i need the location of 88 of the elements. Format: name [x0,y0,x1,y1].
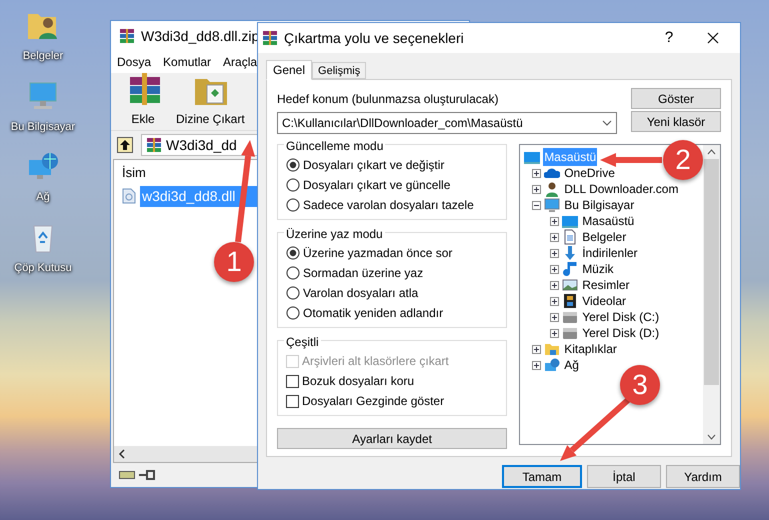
drive-icon [562,325,578,341]
expand-icon[interactable] [532,168,542,178]
expand-icon[interactable] [532,344,542,354]
tree-item[interactable]: Yerel Disk (D:) [581,324,660,342]
up-folder-icon [117,137,133,153]
desktop-icon [524,149,540,165]
menu-item[interactable]: Araçla [223,53,258,71]
dialog-button[interactable]: Yardım [666,465,740,488]
expand-icon[interactable] [550,328,560,338]
option-label: Dosyaları Gezginde göster [302,393,444,410]
group-title: Üzerine yaz modu [284,225,385,243]
expand-icon[interactable] [532,184,542,194]
tree-item[interactable]: İndirilenler [581,244,639,262]
option-label: Bozuk dosyaları koru [302,373,414,390]
scroll-thumb[interactable] [704,159,719,385]
checkbox[interactable] [286,374,299,388]
toolbar-button[interactable]: Dizine Çıkart [173,71,248,128]
collapse-icon[interactable] [532,200,542,210]
tree-item[interactable]: Bu Bilgisayar [563,196,636,214]
option-label: Dosyaları çıkart ve değiştir [303,157,444,174]
field-label: Hedef konum (bulunmazsa oluşturulacak) [277,91,500,108]
dialog-button[interactable]: Göster [631,88,721,109]
tree-item[interactable]: Müzik [581,260,615,278]
desktop-icon [562,213,578,229]
dialog-button[interactable]: Yeni klasör [631,111,721,132]
tab[interactable]: Genel [266,60,312,80]
toolbar-button[interactable]: Ekle [121,71,165,128]
radio-button[interactable] [286,158,300,172]
drive-icon [562,309,578,325]
vertical-scrollbar[interactable] [703,145,720,444]
expand-icon[interactable] [550,248,560,258]
radio-button[interactable] [286,286,300,300]
window-title: W3di3d_dd8.dll.zip [141,26,260,46]
music-note-icon [562,261,578,277]
expand-icon[interactable] [550,264,560,274]
expand-icon[interactable] [532,360,542,370]
network-icon [544,357,560,373]
user-icon [544,181,560,197]
expand-icon[interactable] [550,296,560,306]
drive-icon [119,470,135,480]
dropdown-icon [602,120,612,126]
save-settings-button[interactable]: Ayarları kaydet [277,428,508,449]
close-icon [707,32,719,44]
key-icon [139,470,155,480]
dialog-button[interactable]: İptal [587,465,661,488]
radio-button[interactable] [286,198,300,212]
checkbox[interactable] [286,394,299,408]
menu-item[interactable]: Komutlar [163,53,212,71]
tab[interactable]: Gelişmiş [312,62,366,79]
radio-button[interactable] [286,266,300,280]
dialog-button[interactable]: Tamam [502,465,582,488]
expand-icon[interactable] [550,232,560,242]
tree-item[interactable]: DLL Downloader.com [563,180,680,198]
scroll-left-icon [118,449,126,459]
folder-icon [544,341,560,357]
expand-icon[interactable] [550,216,560,226]
option-label: Otomatik yeniden adlandır [303,305,444,322]
tree-item[interactable]: Kitaplıklar [563,340,618,358]
option-label: Sadece varolan dosyaları tazele [303,197,474,214]
help-button[interactable]: ? [654,26,684,50]
option-label: Varolan dosyaları atla [303,285,418,302]
expand-icon[interactable] [550,312,560,322]
path-combobox[interactable]: C:\Kullanıcılar\DllDownloader_com\Masaüstü [277,112,617,134]
tree-item[interactable]: Ağ [563,356,580,374]
option-label: Üzerine yazmadan önce sor [303,245,452,262]
radio-button[interactable] [286,246,300,260]
tree-item[interactable]: Resimler [581,276,631,294]
archive-icon [119,28,135,44]
dialog-title: Çıkartma yolu ve seçenekleri [284,28,465,48]
option-label: Arşivleri alt klasörlere çıkart [302,353,449,370]
tree-item[interactable]: Masaüstü [581,212,636,230]
radio-button[interactable] [286,306,300,320]
tree-item[interactable]: Videolar [581,292,627,310]
menu-item[interactable]: Dosya [117,53,152,71]
image-icon [562,277,578,293]
option-label: Sormadan üzerine yaz [303,265,424,282]
document-icon [562,229,578,245]
tree-item[interactable]: OneDrive [563,164,616,182]
tree-item[interactable]: Yerel Disk (C:) [581,308,660,326]
archive-icon [146,137,162,153]
tree-item[interactable]: Belgeler [581,228,628,246]
film-icon [562,293,578,309]
archive-icon [262,30,278,46]
file-icon [122,188,136,204]
radio-button[interactable] [286,178,300,192]
monitor-icon [544,197,560,213]
option-label: Dosyaları çıkart ve güncelle [303,177,450,194]
expand-icon[interactable] [550,280,560,290]
